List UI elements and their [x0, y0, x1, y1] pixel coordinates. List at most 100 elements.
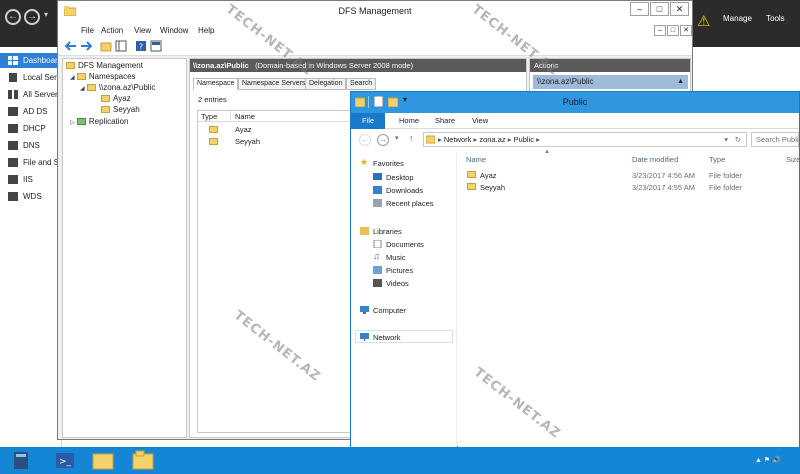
- address-dropdown-icon[interactable]: ▾: [724, 133, 728, 146]
- ribbon-tab-file[interactable]: File: [351, 113, 385, 129]
- expand-arrow-icon[interactable]: ▷: [70, 120, 75, 126]
- sidebar-item-file-storage[interactable]: File and Storage Services: [0, 155, 62, 170]
- sidebar-item-dhcp[interactable]: DHCP: [0, 121, 62, 136]
- nav-pictures[interactable]: Pictures: [373, 266, 413, 275]
- server-manager-taskbar-icon[interactable]: [6, 449, 36, 472]
- taskbar: >_ ▲ ⚑ 🔊: [0, 447, 800, 474]
- sidebar-item-dashboard[interactable]: Dashboard: [0, 53, 62, 68]
- list-item[interactable]: Seyyah 3/23/2017 4:55 AM File folder: [458, 181, 799, 193]
- forward-arrow-icon[interactable]: →: [24, 9, 40, 25]
- forward-arrow-icon[interactable]: →: [377, 134, 389, 146]
- tree-item-namespace-public[interactable]: ◢ \\zona.az\Public: [80, 83, 155, 92]
- menu-view[interactable]: View: [134, 26, 151, 35]
- mdi-minimize-button[interactable]: –: [654, 25, 666, 36]
- back-arrow-icon[interactable]: [65, 40, 77, 52]
- sidebar-item-local-server[interactable]: Local Server: [0, 70, 62, 85]
- close-button[interactable]: ✕: [670, 2, 689, 16]
- up-arrow-icon[interactable]: ↑: [409, 133, 414, 143]
- breadcrumb-separator-icon: ▸: [473, 135, 478, 144]
- nav-label: Libraries: [373, 227, 402, 236]
- actions-namespace-item[interactable]: \\zona.az\Public ▲: [533, 75, 688, 89]
- tree-item-dfs-management[interactable]: DFS Management: [66, 61, 143, 70]
- breadcrumb-public[interactable]: Public: [514, 135, 534, 144]
- tree-item-folder[interactable]: Ayaz: [101, 94, 131, 103]
- forward-arrow-icon[interactable]: [80, 40, 92, 52]
- system-tray[interactable]: ▲ ⚑ 🔊: [755, 456, 781, 464]
- mdi-restore-button[interactable]: □: [667, 25, 679, 36]
- breadcrumb-network[interactable]: Network: [444, 135, 472, 144]
- powershell-taskbar-icon[interactable]: >_: [50, 449, 80, 472]
- sidebar-item-all-servers[interactable]: All Servers: [0, 87, 62, 102]
- menu-action[interactable]: Action: [101, 26, 123, 35]
- nav-network-selected[interactable]: [355, 330, 453, 343]
- search-input[interactable]: Search Public: [751, 132, 799, 147]
- collapse-up-icon[interactable]: ▲: [677, 75, 684, 89]
- column-type[interactable]: Type: [709, 155, 725, 164]
- back-arrow-icon[interactable]: ←: [5, 9, 21, 25]
- tree-item-folder[interactable]: Seyyah: [101, 105, 140, 114]
- tab-namespace-servers[interactable]: Namespace Servers: [238, 78, 310, 90]
- folder-up-icon[interactable]: [100, 40, 112, 52]
- collapse-arrow-icon[interactable]: ◢: [70, 75, 75, 81]
- nav-computer[interactable]: Computer: [360, 306, 406, 315]
- sidebar-item-ad-ds[interactable]: AD DS: [0, 104, 62, 119]
- nav-downloads[interactable]: Downloads: [373, 186, 423, 195]
- nav-documents[interactable]: Documents: [373, 240, 424, 249]
- back-arrow-icon[interactable]: ←: [359, 134, 371, 146]
- refresh-icon[interactable]: ↻: [735, 133, 741, 146]
- maximize-button[interactable]: □: [650, 2, 669, 16]
- warning-flag-icon[interactable]: ⚠: [697, 14, 715, 30]
- list-item[interactable]: Ayaz 3/23/2017 4:56 AM File folder: [458, 169, 799, 181]
- ribbon-tab-home[interactable]: Home: [399, 116, 419, 125]
- desktop-icon: [373, 173, 382, 180]
- tab-search[interactable]: Search: [346, 78, 377, 90]
- menu-help[interactable]: Help: [198, 26, 214, 35]
- sidebar-item-iis[interactable]: IIS: [0, 172, 62, 187]
- chevron-down-icon[interactable]: ▾: [44, 10, 48, 19]
- ribbon-tab-view[interactable]: View: [472, 116, 488, 125]
- nav-desktop[interactable]: Desktop: [373, 173, 414, 182]
- sidebar-item-label: All Servers: [23, 90, 62, 99]
- column-name[interactable]: Name: [466, 155, 486, 164]
- tab-delegation[interactable]: Delegation: [305, 78, 347, 90]
- breadcrumb-zona[interactable]: zona.az: [479, 135, 505, 144]
- recent-locations-icon[interactable]: ▾: [395, 134, 399, 142]
- nav-recent-places[interactable]: Recent places: [373, 199, 434, 208]
- file-type: File folder: [709, 171, 742, 180]
- dfs-titlebar[interactable]: DFS Management – □ ✕: [58, 1, 692, 23]
- address-bar[interactable]: ▸ Network ▸ zona.az ▸ Public ▸ ▾ ↻: [423, 132, 747, 147]
- network-icon: [426, 135, 435, 144]
- column-date-modified[interactable]: Date modified: [632, 155, 678, 164]
- manage-menu[interactable]: Manage: [723, 14, 752, 23]
- show-hide-tree-icon[interactable]: [115, 40, 127, 52]
- collapse-arrow-icon[interactable]: ◢: [80, 86, 85, 92]
- sidebar-item-dns[interactable]: DNS: [0, 138, 62, 153]
- sidebar-item-label: IIS: [23, 175, 33, 184]
- menu-window[interactable]: Window: [160, 26, 188, 35]
- ribbon-tab-share[interactable]: Share: [435, 116, 455, 125]
- nav-favorites[interactable]: ★ Favorites: [360, 157, 404, 168]
- sidebar-item-wds[interactable]: WDS: [0, 189, 62, 204]
- tree-item-namespaces[interactable]: ◢ Namespaces: [70, 72, 136, 81]
- mdi-close-button[interactable]: ✕: [680, 25, 692, 36]
- nav-network[interactable]: Network: [360, 333, 401, 342]
- column-name[interactable]: Name: [235, 112, 255, 121]
- column-type[interactable]: Type: [201, 112, 217, 121]
- tree-item-replication[interactable]: ▷ Replication: [70, 117, 128, 126]
- console-icon[interactable]: [150, 40, 162, 52]
- explorer-titlebar[interactable]: ▾ Public: [351, 92, 799, 113]
- minimize-button[interactable]: –: [630, 2, 649, 16]
- role-icon: [8, 158, 18, 167]
- tab-namespace[interactable]: Namespace: [193, 78, 239, 90]
- file-explorer-taskbar-icon[interactable]: [88, 449, 118, 472]
- dfs-management-taskbar-icon[interactable]: [128, 449, 158, 472]
- help-icon[interactable]: ?: [135, 40, 147, 52]
- replication-icon: [76, 118, 86, 125]
- nav-videos[interactable]: Videos: [373, 279, 409, 288]
- sidebar-item-label: AD DS: [23, 107, 48, 116]
- tools-menu[interactable]: Tools: [766, 14, 785, 23]
- menu-file[interactable]: File: [81, 26, 94, 35]
- nav-music[interactable]: ♫ Music: [373, 251, 406, 262]
- column-size[interactable]: Size: [786, 155, 800, 164]
- nav-libraries[interactable]: Libraries: [360, 227, 402, 236]
